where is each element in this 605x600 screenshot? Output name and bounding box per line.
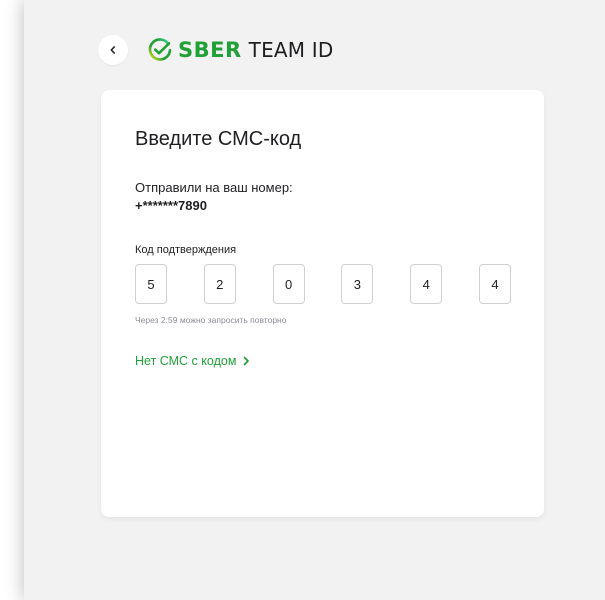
- code-digit-2[interactable]: 2: [203, 264, 236, 304]
- code-digit-3[interactable]: 0: [272, 264, 305, 304]
- resend-timer-text: Через 2:59 можно запросить повторно: [135, 315, 287, 325]
- code-digit-inputs: 5 2 0 3 4 4: [135, 264, 511, 304]
- chevron-right-icon: [236, 356, 250, 366]
- page-title: Введите СМС-код: [135, 128, 302, 150]
- no-sms-link-label: Нет СМС с кодом: [135, 354, 237, 368]
- code-digit-1[interactable]: 5: [135, 264, 167, 304]
- sber-team-id-logo: SBER TEAM ID: [148, 38, 334, 62]
- sent-to-label: Отправили на ваш номер:: [135, 180, 293, 195]
- code-digit-5[interactable]: 4: [410, 264, 443, 304]
- back-button[interactable]: [98, 35, 128, 65]
- no-sms-link[interactable]: Нет СМС с кодом: [135, 354, 250, 368]
- sms-code-card: Введите СМС-код Отправили на ваш номер: …: [101, 90, 544, 517]
- masked-phone-number: +*******7890: [135, 198, 207, 213]
- code-field-label: Код подтверждения: [135, 244, 237, 256]
- chevron-left-icon: [108, 45, 118, 55]
- product-name: TEAM ID: [248, 38, 334, 62]
- code-digit-4[interactable]: 3: [341, 264, 374, 304]
- header: SBER TEAM ID: [98, 35, 334, 65]
- brand-name: SBER: [178, 38, 242, 62]
- code-digit-6[interactable]: 4: [478, 264, 511, 304]
- sber-check-circle-icon: [148, 38, 172, 62]
